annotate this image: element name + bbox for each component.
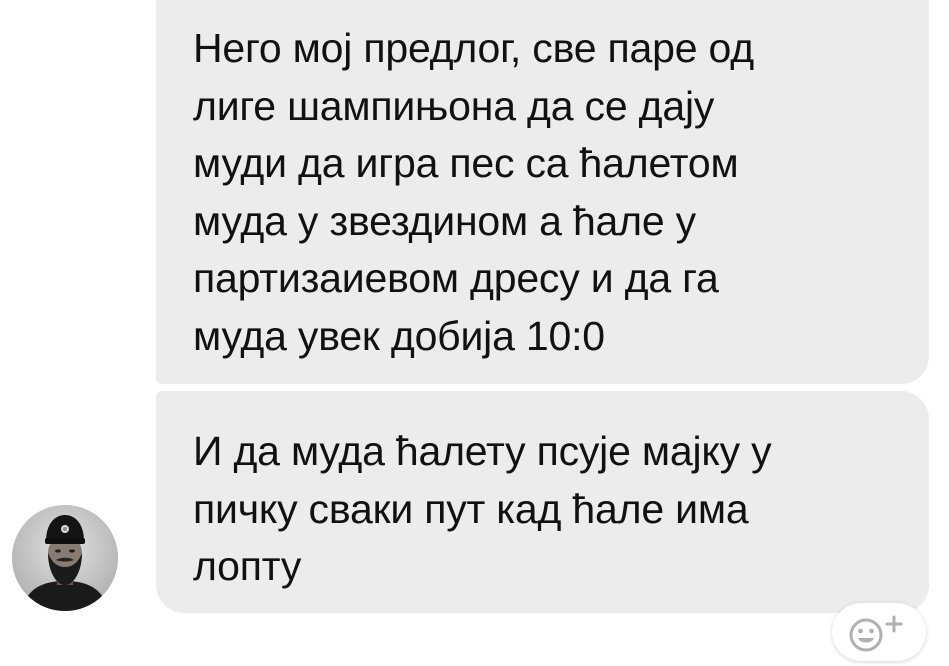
add-reaction-button[interactable]	[832, 603, 926, 661]
message-bubble[interactable]: Него мој предлог, све паре од лиге шампи…	[156, 0, 929, 384]
avatar[interactable]	[12, 505, 118, 611]
message-bubble[interactable]: И да муда ћалету псује мајку у пичку сва…	[156, 391, 929, 613]
message-line: муда увек добија 10:0	[193, 312, 605, 359]
message-line: Него мој предлог, све паре од	[193, 25, 754, 71]
add-reaction-icon	[849, 615, 903, 652]
message-line: партизаиевом дресу и да га	[193, 255, 719, 301]
message-line: И да муда ћалету псује мајку у	[193, 428, 772, 474]
message-line: лопту	[193, 543, 302, 589]
message-line: муди да игра пес са ћалетом	[193, 140, 739, 186]
message-line: муда у звездином а ћале у	[193, 197, 696, 244]
message-line: пичку сваки пут кад ћале има	[193, 485, 749, 532]
avatar-photo-icon	[12, 505, 118, 611]
message-line: лиге шампињона да се дају	[193, 82, 715, 129]
